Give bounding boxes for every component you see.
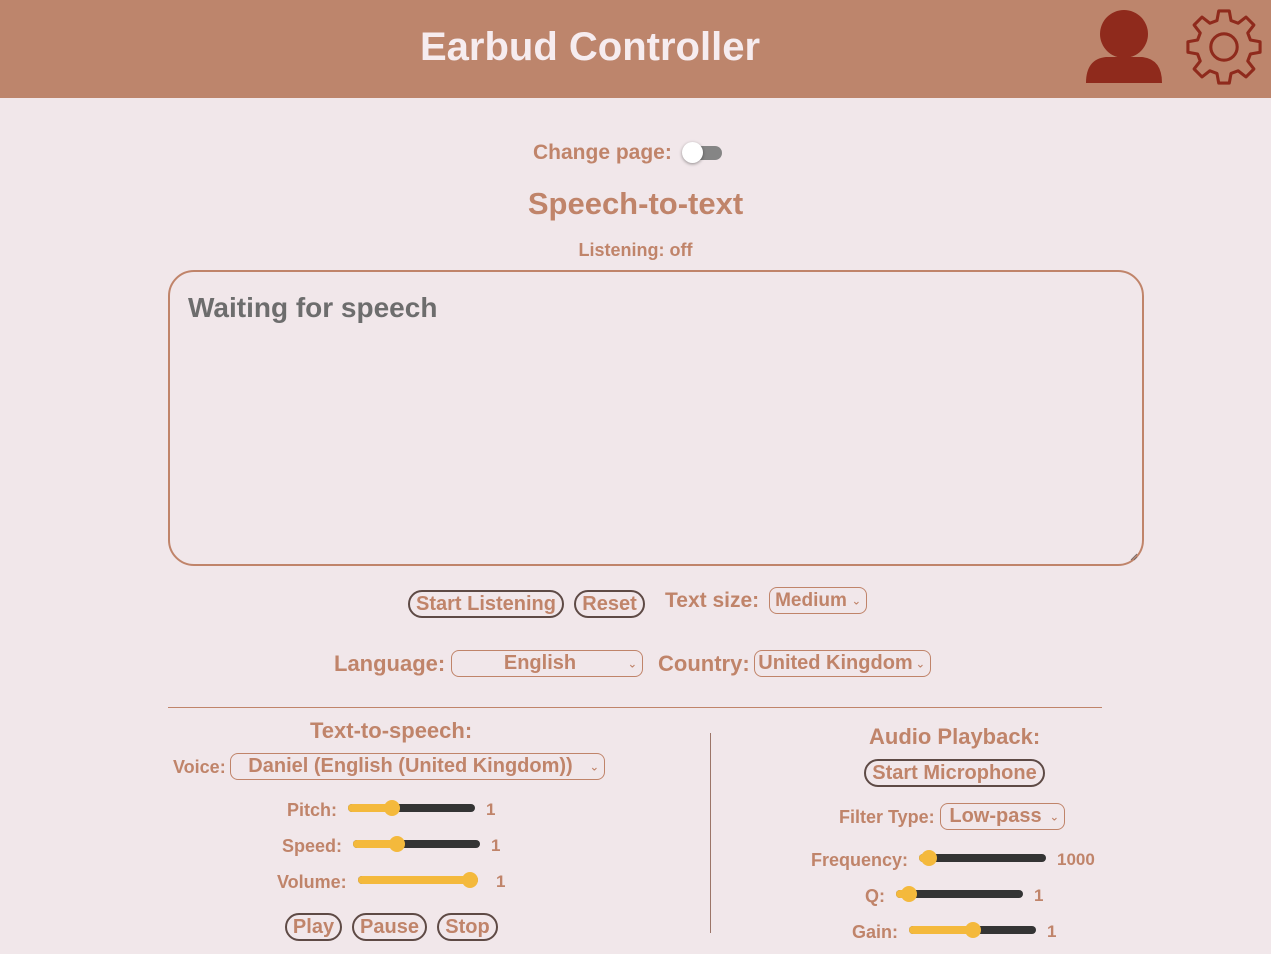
tts-title: Text-to-speech: — [310, 718, 473, 743]
change-page-label: Change page: — [533, 141, 672, 164]
gear-icon[interactable] — [1180, 3, 1268, 91]
gain-slider[interactable] — [909, 922, 1036, 938]
slider-thumb[interactable] — [384, 800, 401, 816]
slider-thumb[interactable] — [964, 922, 981, 938]
filter-type-value: Low-pass — [949, 805, 1042, 827]
country-label: Country: — [658, 651, 750, 676]
chevron-down-icon: ⌄ — [627, 658, 637, 670]
voice-select[interactable]: Daniel (English (United Kingdom)) ⌄ — [230, 753, 605, 780]
q-label: Q: — [865, 886, 885, 906]
change-page-row: Change page: — [533, 140, 722, 166]
speed-label: Speed: — [282, 836, 343, 856]
app-header: Earbud Controller — [0, 0, 1271, 98]
play-button[interactable]: Play — [285, 913, 342, 941]
chevron-down-icon: ⌄ — [915, 658, 925, 670]
change-page-toggle[interactable] — [681, 142, 722, 163]
text-size-label: Text size: — [665, 589, 760, 612]
chevron-down-icon: ⌄ — [851, 595, 861, 607]
text-size-value: Medium — [775, 589, 847, 611]
pitch-value: 1 — [486, 800, 496, 819]
language-value: English — [503, 652, 577, 674]
country-value: United Kingdom — [758, 652, 913, 674]
slider-thumb[interactable] — [389, 836, 406, 852]
voice-value: Daniel (English (United Kingdom)) — [248, 755, 573, 777]
q-slider[interactable] — [896, 886, 1023, 902]
start-listening-button[interactable]: Start Listening — [408, 590, 564, 618]
slider-thumb[interactable] — [921, 850, 938, 866]
chevron-down-icon: ⌄ — [589, 761, 599, 773]
stt-title: Speech-to-text — [527, 186, 744, 221]
volume-label: Volume: — [277, 872, 347, 892]
user-icon[interactable] — [1084, 7, 1164, 85]
country-select[interactable]: United Kingdom ⌄ — [754, 650, 931, 677]
slider-thumb[interactable] — [462, 872, 478, 888]
filter-type-select[interactable]: Low-pass ⌄ — [940, 803, 1065, 830]
resize-grip-icon[interactable] — [1130, 553, 1138, 561]
q-value: 1 — [1034, 886, 1044, 905]
frequency-value: 1000 — [1057, 850, 1095, 869]
frequency-label: Frequency: — [811, 850, 909, 870]
start-microphone-button[interactable]: Start Microphone — [864, 759, 1045, 787]
column-divider — [710, 733, 711, 933]
language-select[interactable]: English ⌄ — [451, 650, 643, 677]
transcript-textarea[interactable]: Waiting for speech — [168, 270, 1144, 566]
frequency-slider[interactable] — [919, 850, 1046, 866]
listening-status: Listening: off — [578, 240, 693, 260]
pitch-label: Pitch: — [287, 800, 338, 820]
gain-value: 1 — [1047, 922, 1057, 941]
volume-slider[interactable] — [358, 872, 478, 888]
slider-thumb[interactable] — [900, 886, 917, 902]
speed-slider[interactable] — [353, 836, 480, 852]
filter-type-label: Filter Type: — [839, 807, 935, 827]
toggle-knob — [681, 142, 703, 163]
reset-button[interactable]: Reset — [574, 590, 645, 618]
pause-button[interactable]: Pause — [352, 913, 427, 941]
stop-button[interactable]: Stop — [437, 913, 498, 941]
gain-label: Gain: — [852, 922, 899, 942]
section-divider — [168, 707, 1102, 708]
pitch-slider[interactable] — [348, 800, 475, 816]
slider-fill — [909, 926, 973, 934]
transcript-text: Waiting for speech — [188, 292, 438, 323]
slider-fill — [358, 876, 470, 884]
speed-value: 1 — [491, 836, 501, 855]
chevron-down-icon: ⌄ — [1049, 811, 1059, 823]
audio-title: Audio Playback: — [869, 724, 1041, 749]
voice-label: Voice: — [173, 757, 226, 777]
text-size-select[interactable]: Medium ⌄ — [769, 587, 867, 614]
volume-value: 1 — [496, 872, 506, 891]
language-label: Language: — [334, 651, 446, 676]
app-title: Earbud Controller — [419, 25, 761, 69]
